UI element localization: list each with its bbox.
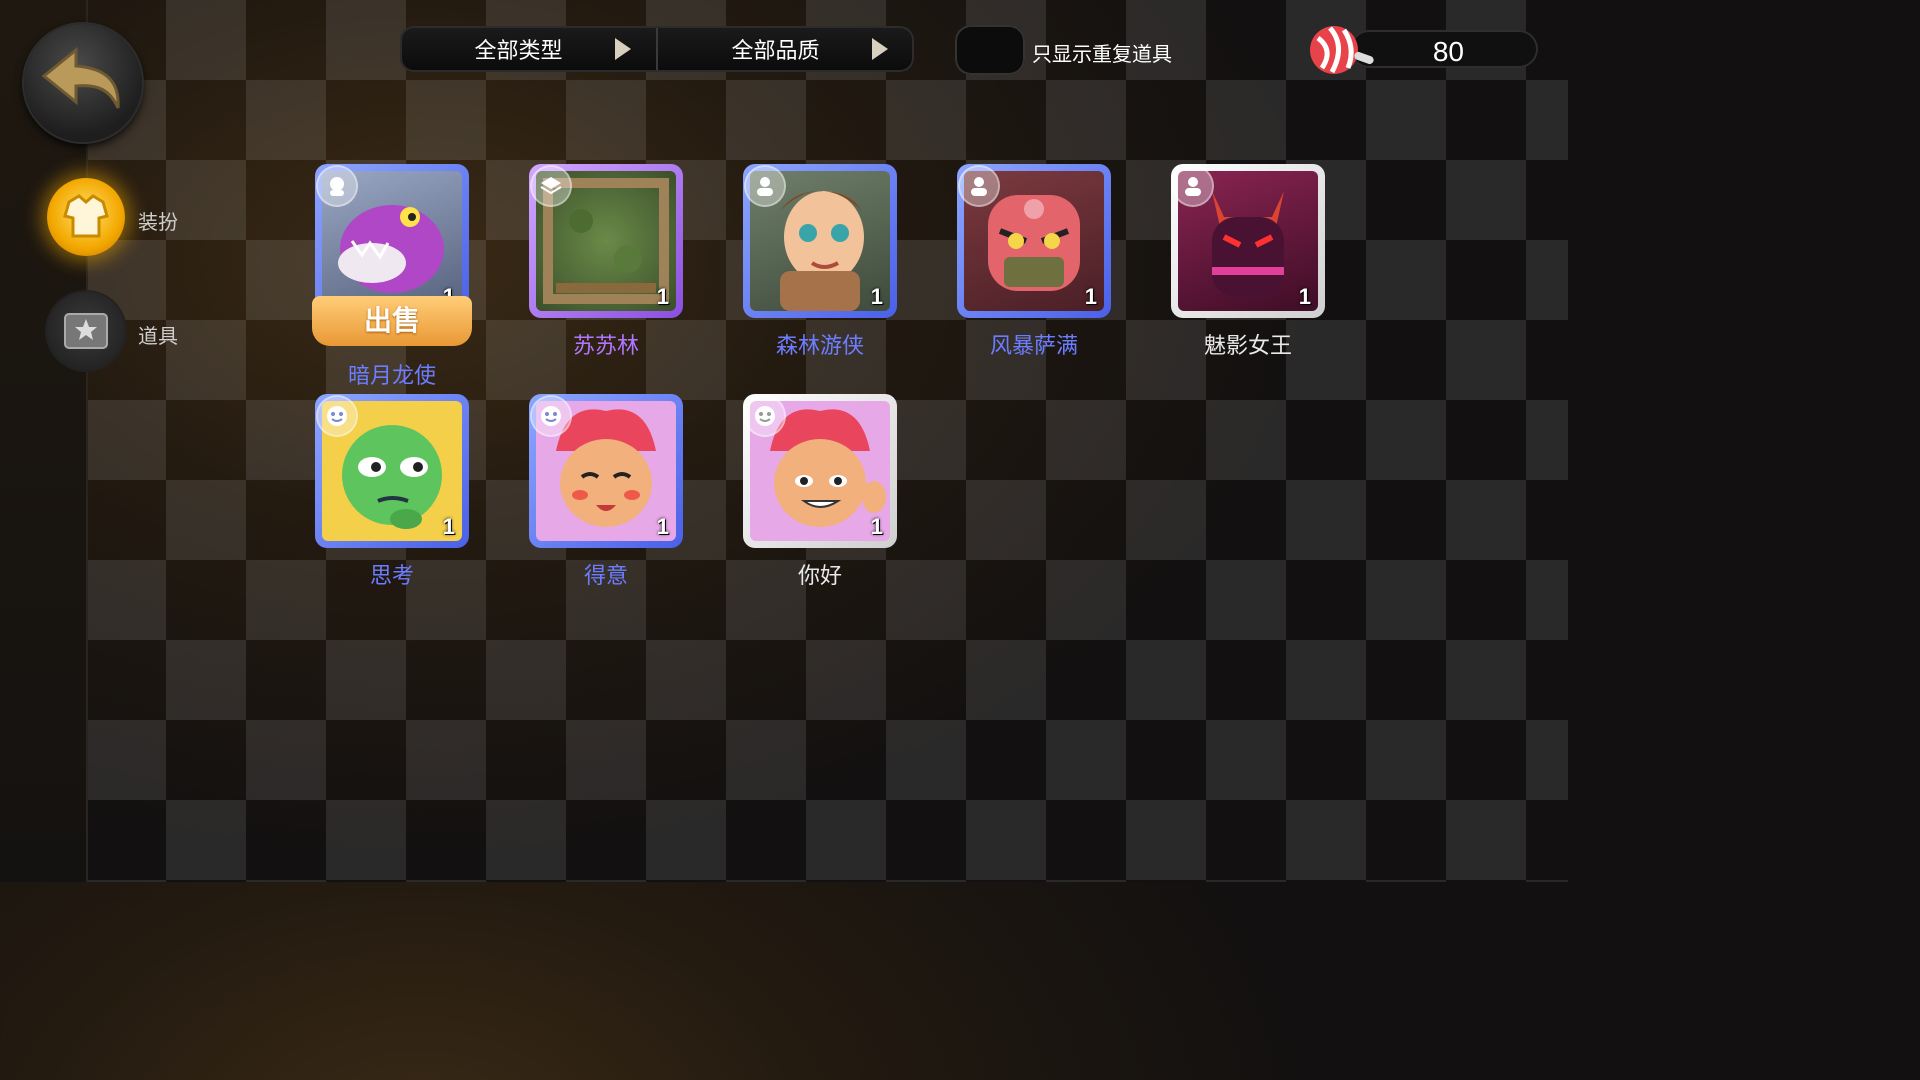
- item-count: 1: [1298, 284, 1311, 309]
- currency-amount: 80: [1432, 36, 1464, 67]
- quality-filter-dropdown[interactable]: 全部品质: [657, 26, 914, 72]
- duplicates-only-checkbox[interactable]: [955, 25, 1025, 75]
- item-name: 得意: [583, 563, 628, 588]
- nav-items-label[interactable]: 道具: [138, 320, 178, 349]
- item-card[interactable]: 1: [1171, 164, 1325, 318]
- portrait-icon: [318, 167, 356, 205]
- nav-items-button[interactable]: [47, 292, 125, 370]
- type-filter-dropdown[interactable]: 全部类型: [400, 26, 657, 72]
- item-name: 苏苏林: [572, 333, 639, 358]
- item-name: 思考: [369, 563, 414, 588]
- avatar-icon: [960, 167, 998, 205]
- item-count: 1: [1084, 284, 1097, 309]
- candy-icon: [1310, 26, 1374, 74]
- emote-icon: [318, 397, 356, 435]
- quality-filter-label: 全部品质: [731, 38, 820, 63]
- avatar-icon: [746, 167, 784, 205]
- item-name: 魅影女王: [1203, 333, 1292, 358]
- back-arrow-icon: [41, 46, 120, 109]
- emote-icon: [746, 397, 784, 435]
- duplicates-only-label[interactable]: 只显示重复道具: [1032, 38, 1172, 67]
- item-card[interactable]: 1: [529, 164, 683, 318]
- item-name: 风暴萨满: [989, 333, 1078, 358]
- filter-bar: 全部类型 全部品质: [400, 26, 914, 72]
- type-filter-label: 全部类型: [474, 38, 563, 63]
- board-icon: [532, 167, 570, 205]
- item-count: 1: [870, 514, 883, 539]
- item-card[interactable]: 1: [743, 394, 897, 548]
- item-count: 1: [870, 284, 883, 309]
- item-card[interactable]: 1: [957, 164, 1111, 318]
- item-card[interactable]: 1: [315, 394, 469, 548]
- item-count: 1: [442, 514, 455, 539]
- item-name: 你好: [797, 563, 842, 588]
- sell-button[interactable]: 出售: [312, 296, 472, 346]
- item-count: 1: [656, 284, 669, 309]
- item-count: 1: [656, 514, 669, 539]
- avatar-icon: [1174, 167, 1212, 205]
- item-name: 暗月龙使: [347, 363, 436, 388]
- item-card[interactable]: 1: [743, 164, 897, 318]
- nav-outfit-button[interactable]: [47, 178, 125, 256]
- outfit-icon: [63, 194, 109, 238]
- currency-display: 80: [1350, 30, 1538, 68]
- play-arrow-icon: [615, 38, 631, 60]
- item-card[interactable]: 1: [315, 164, 469, 318]
- play-arrow-icon: [872, 38, 888, 60]
- emote-icon: [532, 397, 570, 435]
- nav-outfit-label[interactable]: 装扮: [138, 206, 178, 235]
- item-name: 森林游侠: [775, 333, 864, 358]
- back-button[interactable]: [24, 24, 142, 142]
- item-icon: [64, 313, 108, 349]
- item-card[interactable]: 1: [529, 394, 683, 548]
